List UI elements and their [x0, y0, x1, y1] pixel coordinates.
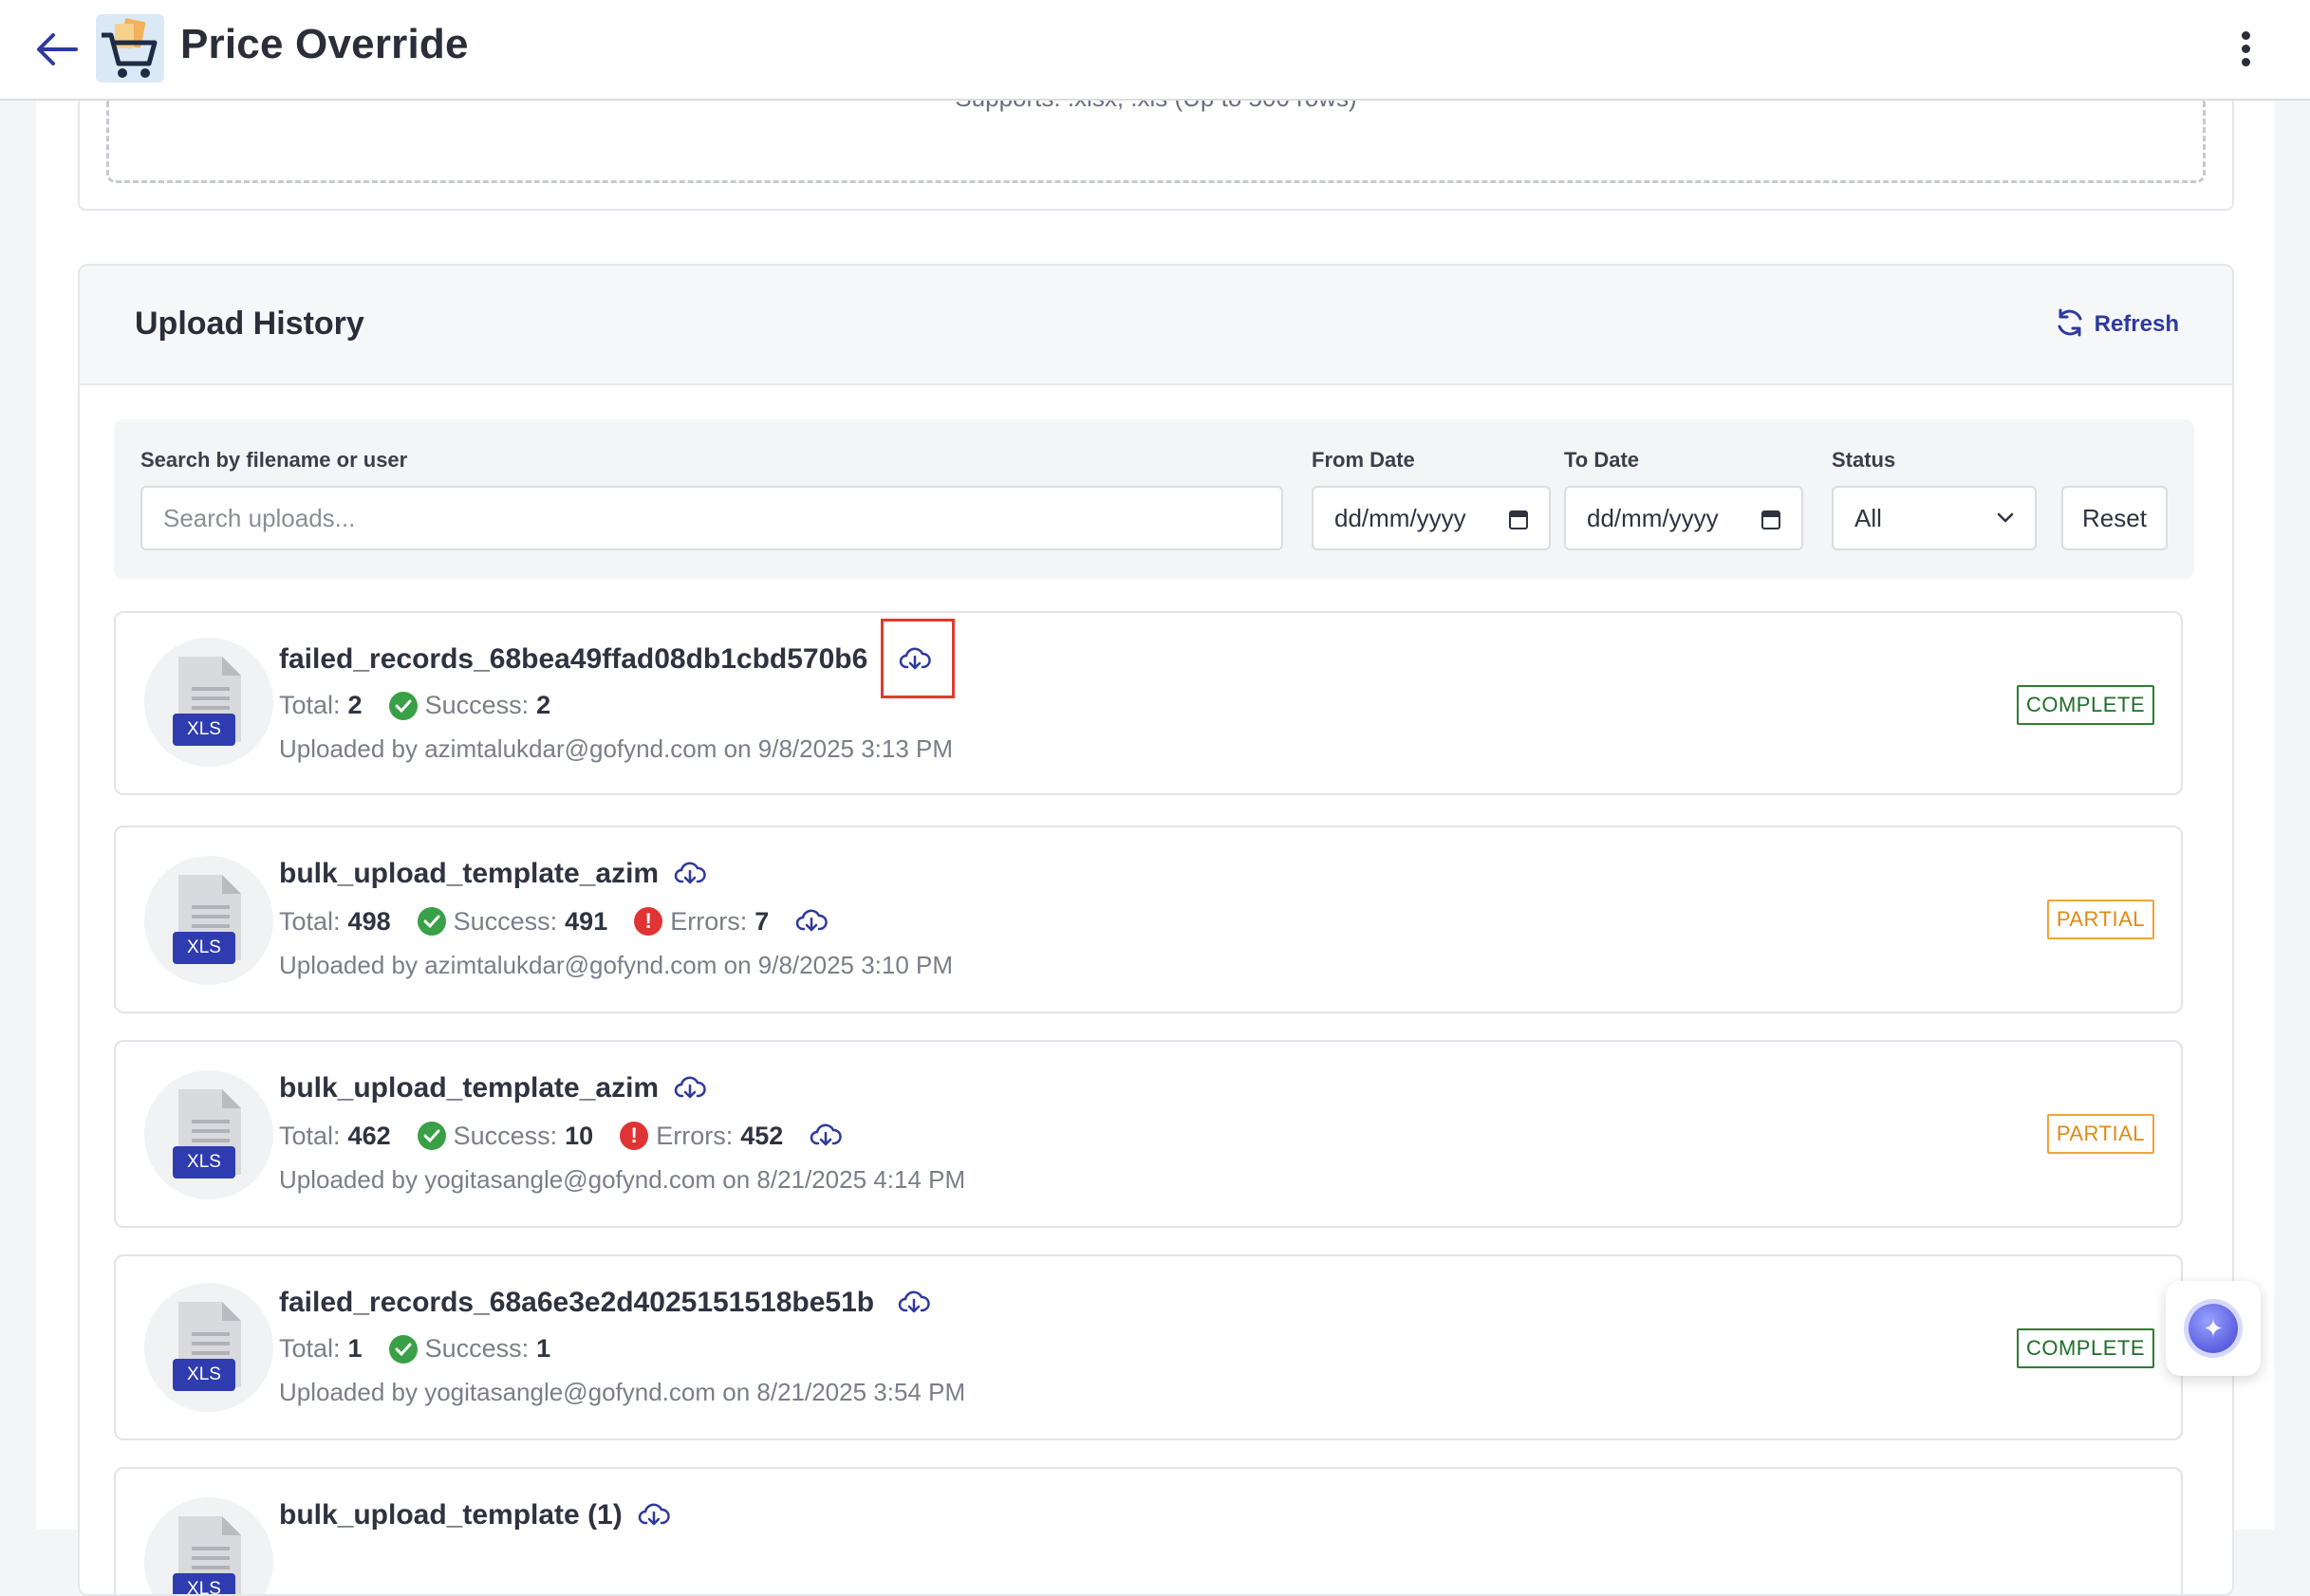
record-meta: Uploaded by yogitasangle@gofynd.com on 8… — [279, 1378, 966, 1406]
history-record: XLS bulk_upload_template_azim Total: 498 … — [114, 826, 2183, 1013]
from-date-value: dd/mm/yyyy — [1334, 503, 1466, 532]
app-header: Price Override — [0, 0, 2310, 101]
search-label: Search by filename or user — [140, 448, 408, 472]
status-select-value: All — [1854, 503, 1882, 532]
to-date-input[interactable]: dd/mm/yyyy — [1564, 486, 1803, 550]
cloud-download-icon[interactable] — [638, 1499, 670, 1531]
total-stat: Total: 2 — [279, 691, 363, 719]
xls-file-icon: XLS — [144, 856, 273, 985]
record-filename: bulk_upload_template (1) — [279, 1499, 623, 1531]
xls-file-icon: XLS — [144, 1283, 273, 1412]
status-badge: COMPLETE — [2016, 685, 2154, 725]
search-input[interactable]: Search uploads... — [140, 486, 1283, 550]
back-arrow-icon[interactable] — [34, 28, 80, 70]
errors-stat: ! Errors: 452 — [620, 1122, 783, 1151]
cloud-download-icon[interactable] — [810, 1120, 843, 1152]
assistant-fab-button[interactable]: ✦ — [2166, 1281, 2261, 1376]
record-meta: Uploaded by azimtalukdar@gofynd.com on 9… — [279, 951, 954, 979]
upload-history-card: Upload History Refresh Search by filenam… — [78, 264, 2234, 1596]
check-circle-icon — [417, 1122, 446, 1150]
page-title: Price Override — [180, 21, 469, 67]
total-stat: Total: 462 — [279, 1121, 391, 1150]
file-type-label: XLS — [187, 1152, 221, 1172]
calendar-icon[interactable] — [1761, 509, 1780, 529]
file-dropzone[interactable]: Supports: .xlsx, .xls (Up to 500 rows) — [106, 84, 2206, 183]
total-stat: Total: 1 — [279, 1334, 363, 1363]
success-stat: Success: 1 — [388, 1334, 550, 1364]
record-filename: bulk_upload_template_azim — [279, 1072, 660, 1104]
kebab-menu-icon[interactable] — [2230, 27, 2261, 72]
cloud-download-icon[interactable] — [674, 1072, 706, 1104]
record-filename: failed_records_68a6e3e2d4025151518be51b — [279, 1287, 875, 1318]
refresh-label: Refresh — [2094, 311, 2179, 337]
record-stats: Total: 1 Success: 1 — [279, 1334, 577, 1364]
file-type-label: XLS — [187, 1579, 221, 1596]
xls-file-icon: XLS — [144, 1070, 273, 1199]
file-type-label: XLS — [187, 937, 221, 957]
history-title: Upload History — [135, 306, 364, 342]
filter-bar: Search by filename or user Search upload… — [114, 419, 2194, 579]
reset-button[interactable]: Reset — [2061, 486, 2168, 550]
error-circle-icon: ! — [620, 1122, 649, 1150]
cloud-download-icon[interactable] — [898, 1287, 930, 1319]
success-stat: Success: 2 — [388, 691, 550, 720]
refresh-icon — [2055, 307, 2085, 343]
history-record: XLS failed_records_68bea49ffad08db1cbd57… — [114, 611, 2183, 795]
check-circle-icon — [388, 1334, 418, 1364]
history-record: XLS failed_records_68a6e3e2d4025151518be… — [114, 1254, 2183, 1440]
record-filename: bulk_upload_template_azim — [279, 858, 660, 889]
status-select[interactable]: All — [1832, 486, 2037, 550]
record-meta: Uploaded by yogitasangle@gofynd.com on 8… — [279, 1165, 966, 1194]
cloud-download-icon[interactable] — [899, 643, 931, 676]
history-record: XLS bulk_upload_template_azim Total: 462 … — [114, 1040, 2183, 1228]
cloud-download-icon[interactable] — [795, 905, 828, 937]
history-header: Upload History Refresh — [80, 266, 2232, 385]
success-stat: Success: 491 — [417, 907, 607, 937]
error-circle-icon: ! — [634, 907, 663, 936]
status-label: Status — [1832, 448, 1896, 472]
to-date-value: dd/mm/yyyy — [1587, 503, 1719, 532]
history-record: XLS bulk_upload_template (1) — [114, 1467, 2183, 1596]
success-stat: Success: 10 — [417, 1122, 593, 1151]
errors-stat: ! Errors: 7 — [634, 907, 769, 937]
calendar-icon[interactable] — [1509, 509, 1528, 529]
chevron-down-icon — [1997, 512, 2014, 523]
record-stats: Total: 462 Success: 10 ! Errors: 452 — [279, 1120, 843, 1152]
to-date-label: To Date — [1564, 448, 1640, 472]
record-meta: Uploaded by azimtalukdar@gofynd.com on 9… — [279, 734, 954, 763]
status-badge: PARTIAL — [2046, 1114, 2154, 1154]
search-placeholder: Search uploads... — [163, 503, 356, 532]
sparkle-icon: ✦ — [2189, 1304, 2238, 1353]
cloud-download-icon[interactable] — [674, 858, 706, 890]
from-date-label: From Date — [1312, 448, 1415, 472]
status-badge: PARTIAL — [2046, 900, 2154, 939]
record-filename: failed_records_68bea49ffad08db1cbd570b6 — [279, 643, 868, 675]
check-circle-icon — [417, 907, 446, 936]
record-stats: Total: 498 Success: 491 ! Errors: 7 — [279, 905, 828, 937]
app-logo — [96, 14, 164, 83]
check-circle-icon — [388, 691, 418, 720]
file-type-label: XLS — [187, 1364, 221, 1384]
from-date-input[interactable]: dd/mm/yyyy — [1312, 486, 1551, 550]
record-stats: Total: 2 Success: 2 — [279, 691, 577, 720]
refresh-button[interactable]: Refresh — [2055, 307, 2179, 342]
xls-file-icon: XLS — [144, 638, 273, 767]
xls-file-icon: XLS — [144, 1497, 273, 1596]
status-badge: COMPLETE — [2016, 1328, 2154, 1368]
file-type-label: XLS — [187, 719, 221, 739]
reset-label: Reset — [2082, 503, 2147, 532]
total-stat: Total: 498 — [279, 906, 391, 936]
